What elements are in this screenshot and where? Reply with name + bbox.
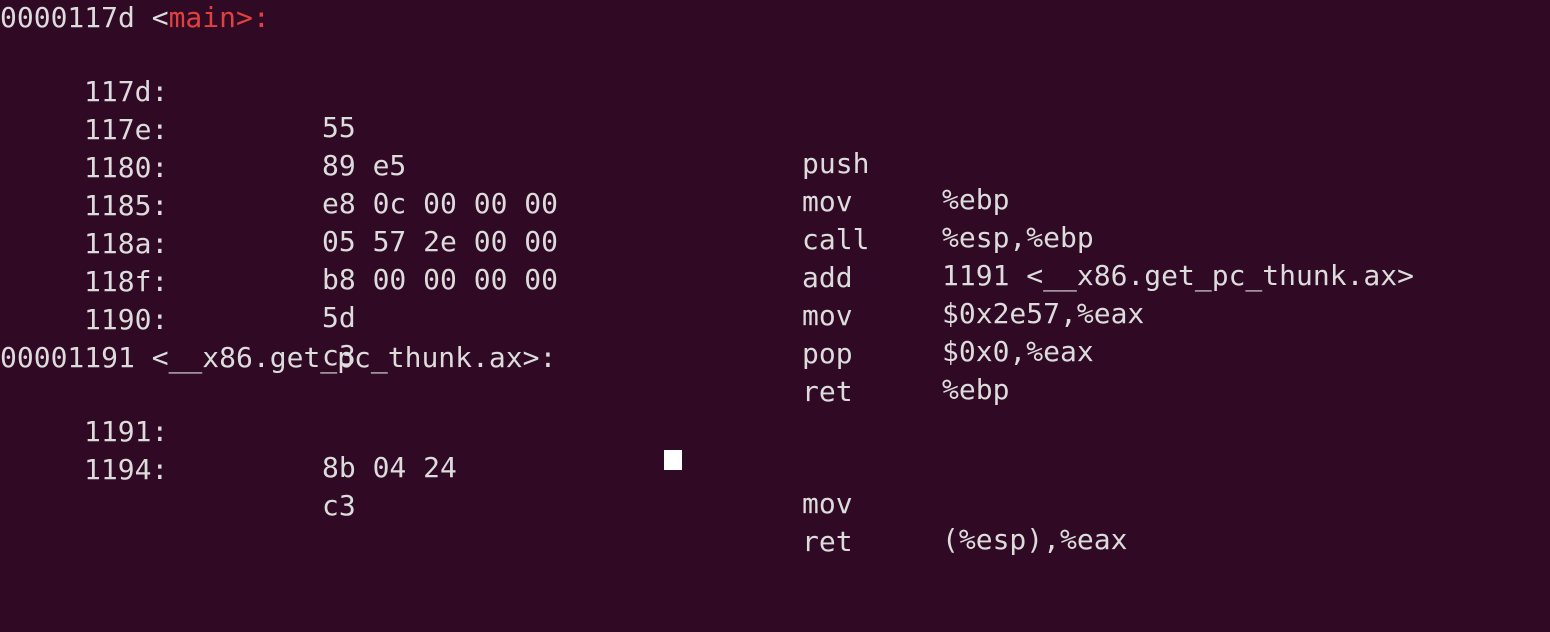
instruction-address: 1194: [84,453,169,486]
function-header-address: 0000117d [0,1,135,34]
instruction-mnemonic: ret [802,525,853,558]
terminal-window[interactable]: 0000117d <main>: 117d: 55 push %ebp 117e… [0,0,1550,558]
instruction-mnemonic: pop [802,337,853,370]
instruction-row: 117e: 89 e5 mov %esp,%ebp [0,76,1550,254]
instruction-bytes: 5d [322,301,356,334]
instruction-address: 1190: [84,303,169,336]
instruction-operands: $0x0,%eax [942,335,1094,368]
instruction-operands: (%esp),%eax [942,523,1128,556]
instruction-row: 1180: e8 0c 00 00 00 call 1191 <__x86.ge… [0,114,1550,292]
function-header-open-bracket: < [151,1,169,34]
function-name-get-pc-thunk: __x86.get_pc_thunk.ax>: [168,341,557,374]
instruction-bytes: 8b 04 24 [322,451,457,484]
function-header-main: 0000117d <main>: [0,0,270,36]
instruction-row: 1190: c3 ret [0,266,1550,408]
instruction-row: 1185: 05 57 2e 00 00 add $0x2e57,%eax [0,152,1550,330]
instruction-row: 1194: c3 ret [0,416,1550,558]
function-header-get-pc-thunk: 00001191 <__x86.get_pc_thunk.ax>: [0,340,556,376]
instruction-row: 117d: 55 push %ebp [0,38,1550,216]
terminal-cursor[interactable] [664,450,682,470]
function-name-main: main>: [168,1,270,34]
instruction-mnemonic: mov [802,299,853,332]
function-header-address: 00001191 [0,341,135,374]
function-header-open-bracket: < [151,341,169,374]
instruction-row: 1191: 8b 04 24 mov (%esp),%eax [0,378,1550,556]
instruction-mnemonic: mov [802,487,853,520]
instruction-bytes: c3 [322,489,356,522]
instruction-row: 118a: b8 00 00 00 00 mov $0x0,%eax [0,190,1550,368]
instruction-row: 118f: 5d pop %ebp [0,228,1550,406]
